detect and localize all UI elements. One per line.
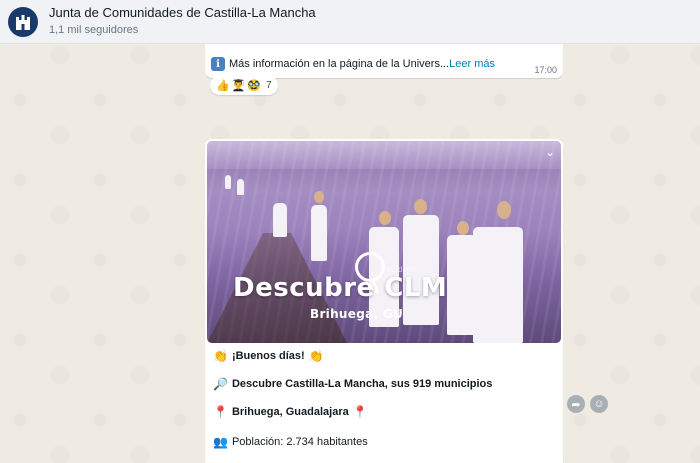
message-image[interactable]: ⌄ #...da99 Descubre CLM Brihuega, GU (207, 141, 561, 343)
react-button[interactable]: ☺ (590, 395, 608, 413)
message-bubble-main[interactable]: ⌄ #...da99 Descubre CLM Brihuega, GU 👏 ¡… (205, 139, 563, 463)
message-line-location: 📍 Brihuega, Guadalajara 📍 (213, 405, 372, 419)
clapping-hands-emoji: 👏 (213, 349, 228, 363)
channel-avatar[interactable] (8, 6, 38, 37)
reactions-pill[interactable]: 👍 👨‍🎓 🥸 7 (210, 76, 278, 95)
clapping-hands-emoji: 👏 (308, 349, 324, 363)
channel-name[interactable]: Junta de Comunidades de Castilla-La Manc… (49, 5, 316, 21)
info-icon: i (211, 57, 225, 71)
thumbs-up-emoji: 👍 (216, 80, 230, 92)
followers-count: 1,1 mil seguidores (49, 24, 139, 36)
pin-emoji: 📍 (213, 405, 228, 419)
population-text: Población: 2.734 habitantes (231, 436, 368, 448)
person-figure (311, 205, 327, 261)
reaction-count: 7 (266, 80, 272, 91)
person-head (414, 199, 427, 214)
message-line-discover: 🔎 Descubre Castilla-La Mancha, sus 919 m… (213, 377, 492, 391)
greeting-text: ¡Buenos días! (231, 350, 305, 362)
forward-button[interactable]: ➦ (567, 395, 585, 413)
person-figure (473, 227, 523, 343)
people-emoji: 👥 (213, 435, 228, 449)
chat-header[interactable]: Junta de Comunidades de Castilla-La Manc… (0, 0, 700, 44)
castle-crest-icon (16, 14, 30, 30)
image-title: Descubre CLM (233, 273, 448, 303)
person-head (314, 191, 324, 203)
person-head (457, 221, 469, 235)
pin-emoji: 📍 (352, 405, 368, 419)
chevron-down-icon[interactable]: ⌄ (545, 145, 555, 159)
read-more-link[interactable]: Leer más (449, 58, 495, 70)
person-figure (273, 203, 287, 237)
location-text: Brihuega, Guadalajara (231, 406, 349, 418)
emoji-react-icon: ☺ (593, 398, 605, 410)
person-figure (225, 175, 231, 189)
magnifying-glass-emoji: 🔎 (213, 377, 228, 391)
forward-icon: ➦ (571, 398, 581, 411)
person-head (379, 211, 391, 225)
message-line-greeting: 👏 ¡Buenos días! 👏 (213, 349, 328, 363)
message-line-population: 👥 Población: 2.734 habitantes (213, 435, 368, 449)
message-text: Más información en la página de la Unive… (229, 58, 450, 70)
graduate-emoji: 👨‍🎓 (231, 80, 246, 92)
message-time: 17:00 (534, 65, 557, 75)
person-head (497, 201, 511, 219)
image-subtitle: Brihuega, GU (310, 307, 404, 321)
person-figure (237, 179, 244, 195)
message-bubble-previous[interactable]: i Más información en la página de la Uni… (205, 44, 563, 78)
discover-text: Descubre Castilla-La Mancha, sus 919 mun… (231, 378, 493, 390)
disguise-emoji: 🥸 (247, 80, 262, 92)
